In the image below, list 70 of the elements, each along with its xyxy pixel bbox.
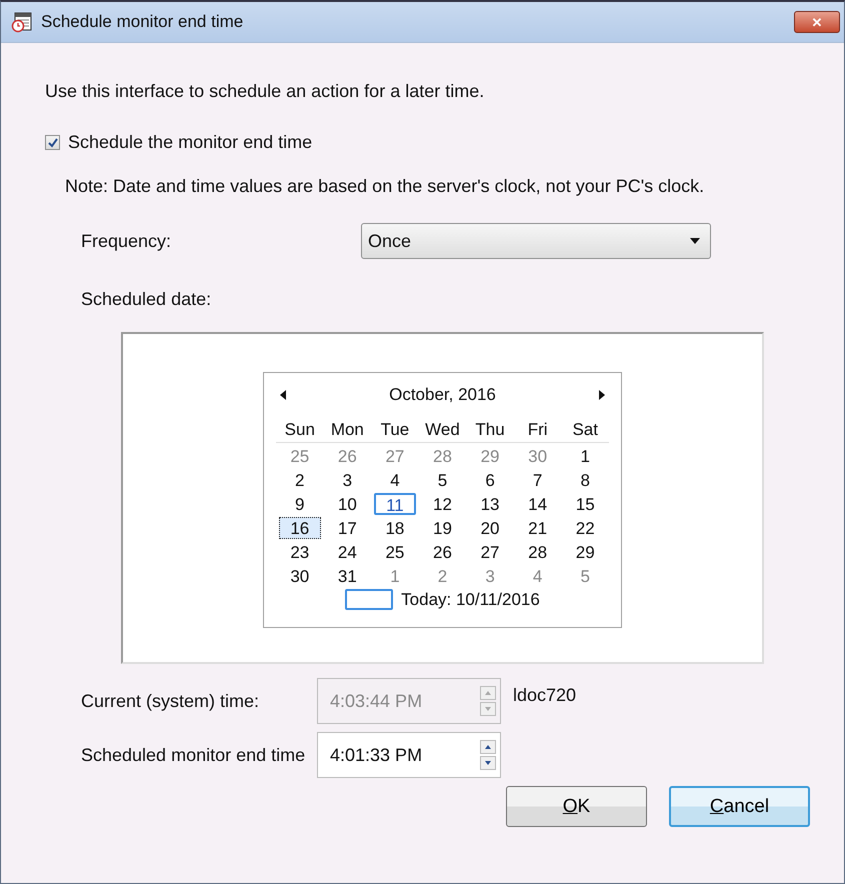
calendar-day[interactable]: 30 bbox=[279, 565, 321, 587]
calendar-day[interactable]: 27 bbox=[374, 445, 416, 467]
calendar-day[interactable]: 13 bbox=[469, 493, 511, 515]
calendar-day[interactable]: 7 bbox=[516, 469, 558, 491]
calendar-day[interactable]: 2 bbox=[279, 469, 321, 491]
note-text: Note: Date and time values are based on the server's clock, not your PC's clock. bbox=[65, 175, 706, 198]
host-name: ldoc720 bbox=[513, 684, 576, 706]
calendar-day[interactable]: 3 bbox=[469, 565, 511, 587]
calendar-day[interactable]: 31 bbox=[326, 565, 368, 587]
frequency-dropdown[interactable]: Once bbox=[361, 223, 711, 259]
weekday-header: Mon bbox=[330, 420, 365, 440]
calendar-day[interactable]: 30 bbox=[516, 445, 558, 467]
calendar-day[interactable]: 25 bbox=[374, 541, 416, 563]
today-link[interactable]: Today: 10/11/2016 bbox=[401, 590, 540, 610]
calendar-day[interactable]: 14 bbox=[516, 493, 558, 515]
frequency-label: Frequency: bbox=[81, 230, 172, 252]
current-time-label: Current (system) time: bbox=[81, 690, 260, 713]
calendar-day[interactable]: 26 bbox=[326, 445, 368, 467]
calendar-day[interactable]: 18 bbox=[374, 517, 416, 539]
next-month-icon[interactable] bbox=[599, 390, 605, 400]
calendar-day[interactable]: 11 bbox=[374, 493, 416, 515]
calendar-day[interactable]: 3 bbox=[326, 469, 368, 491]
instruction-text: Use this interface to schedule an action for a later time. bbox=[45, 81, 486, 102]
calendar-day[interactable]: 1 bbox=[564, 445, 606, 467]
weekday-header: Thu bbox=[474, 420, 506, 440]
weekday-header: Fri bbox=[526, 420, 549, 440]
calendar-day[interactable]: 26 bbox=[422, 541, 464, 563]
calendar-day[interactable]: 12 bbox=[422, 493, 464, 515]
calendar-day[interactable]: 21 bbox=[516, 517, 558, 539]
calendar-day[interactable]: 28 bbox=[422, 445, 464, 467]
calendar-day[interactable]: 4 bbox=[516, 565, 558, 587]
calendar-day[interactable]: 5 bbox=[422, 469, 464, 491]
calendar-day[interactable]: 29 bbox=[469, 445, 511, 467]
scheduled-date-label: Scheduled date: bbox=[81, 289, 212, 310]
weekday-header: Sun bbox=[284, 420, 316, 440]
today-marker-icon bbox=[345, 589, 394, 610]
month-title[interactable]: October, 2016 bbox=[389, 385, 496, 405]
calendar-day[interactable]: 1 bbox=[374, 565, 416, 587]
calendar-day[interactable]: 8 bbox=[564, 469, 606, 491]
ok-button[interactable]: OK bbox=[506, 786, 647, 827]
weekday-header: Wed bbox=[424, 420, 461, 440]
calendar-day[interactable]: 22 bbox=[564, 517, 606, 539]
caret-icon bbox=[690, 238, 700, 244]
calendar-day[interactable]: 27 bbox=[469, 541, 511, 563]
checkbox-label: Schedule the monitor end time bbox=[68, 132, 312, 153]
calendar-day[interactable]: 9 bbox=[279, 493, 321, 515]
weekday-header: Tue bbox=[380, 420, 410, 440]
calendar-clock-icon bbox=[11, 11, 33, 33]
calendar-day[interactable]: 25 bbox=[279, 445, 321, 467]
time-spinner[interactable]: 4:01:33 PM bbox=[317, 732, 501, 778]
cancel-button[interactable]: Cancel bbox=[669, 786, 810, 827]
calendar-day[interactable]: 28 bbox=[516, 541, 558, 563]
calendar-day[interactable]: 19 bbox=[422, 517, 464, 539]
window-title: Schedule monitor end time bbox=[41, 12, 244, 32]
schedule-checkbox[interactable] bbox=[45, 135, 60, 150]
calendar-day[interactable]: 2 bbox=[422, 565, 464, 587]
calendar-day[interactable]: 29 bbox=[564, 541, 606, 563]
calendar-day[interactable]: 23 bbox=[279, 541, 321, 563]
calendar-day[interactable]: 15 bbox=[564, 493, 606, 515]
calendar-day[interactable]: 6 bbox=[469, 469, 511, 491]
calendar-day[interactable]: 4 bbox=[374, 469, 416, 491]
previous-month-icon[interactable] bbox=[280, 390, 286, 400]
calendar-day[interactable]: 20 bbox=[469, 517, 511, 539]
end-time-label: Scheduled monitor end time bbox=[81, 744, 306, 766]
calendar-day[interactable]: 5 bbox=[564, 565, 606, 587]
calendar-day[interactable]: 10 bbox=[326, 493, 368, 515]
calendar-day[interactable]: 17 bbox=[326, 517, 368, 539]
calendar-day[interactable]: 16 bbox=[279, 517, 321, 539]
weekday-header: Sat bbox=[571, 420, 599, 440]
calendar-day[interactable]: 24 bbox=[326, 541, 368, 563]
